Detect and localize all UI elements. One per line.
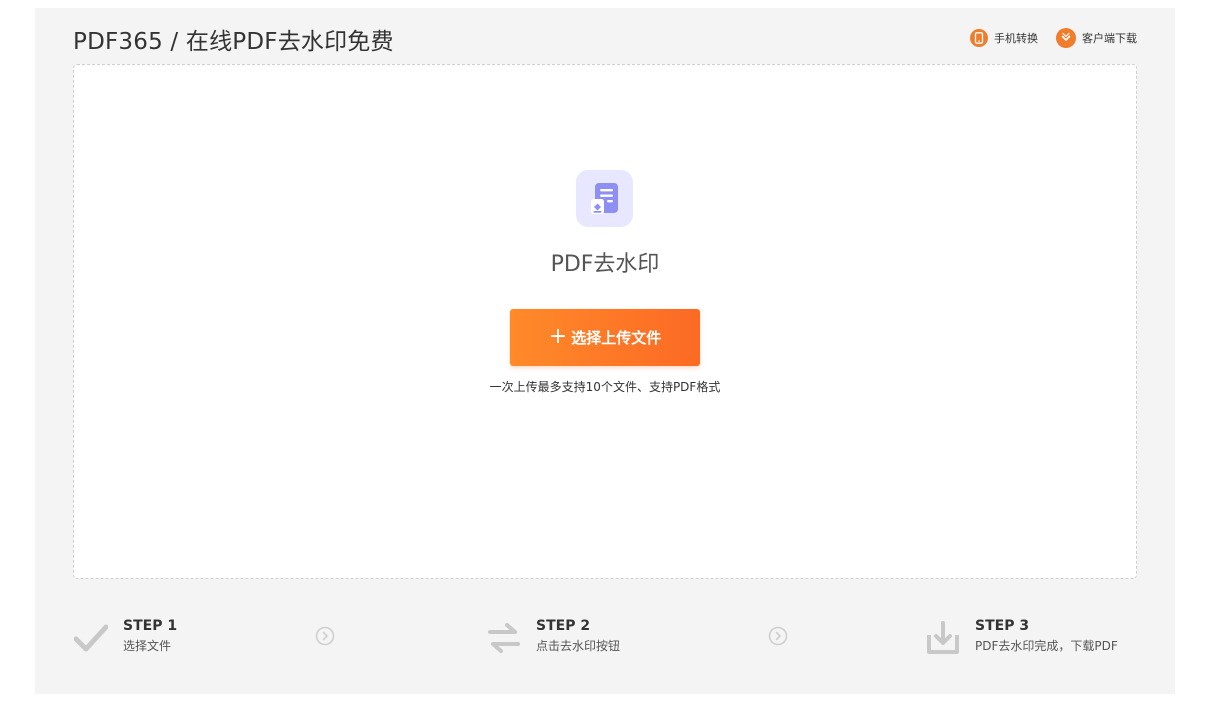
upload-hint: 一次上传最多支持10个文件、支持PDF格式 — [489, 380, 721, 394]
plus-icon: + — [548, 323, 568, 349]
step-2: STEP 2 点击去水印按钮 — [486, 616, 620, 656]
select-upload-file-button[interactable]: + 选择上传文件 — [510, 309, 700, 366]
pdf-watermark-tool-icon — [576, 170, 633, 227]
select-upload-file-label: 选择上传文件 — [571, 329, 662, 347]
step-3-title: STEP 3 — [975, 618, 1030, 634]
upload-dropzone[interactable]: PDF去水印 + 选择上传文件 一次上传最多支持10个文件、支持PDF格式 — [73, 64, 1137, 579]
download-tray-icon — [925, 620, 961, 656]
main-panel: PDF365 / 在线PDF去水印免费 手机转换 客户端下载 PDF去水印 + … — [35, 8, 1175, 694]
swap-arrows-icon — [486, 620, 522, 656]
phone-icon — [970, 29, 988, 47]
page-title: PDF365 / 在线PDF去水印免费 — [73, 29, 394, 55]
download-client-icon — [1056, 28, 1076, 48]
mobile-convert-label: 手机转换 — [994, 32, 1038, 45]
next-arrow-icon — [315, 626, 335, 646]
step-2-desc: 点击去水印按钮 — [536, 639, 621, 653]
step-1: STEP 1 选择文件 — [73, 616, 177, 656]
check-icon — [73, 620, 109, 656]
step-1-desc: 选择文件 — [123, 639, 172, 653]
step-3: STEP 3 PDF去水印完成，下载PDF — [925, 616, 1118, 656]
step-2-title: STEP 2 — [536, 618, 591, 634]
next-arrow-icon — [768, 626, 788, 646]
step-3-desc: PDF去水印完成，下载PDF — [975, 639, 1118, 653]
tool-name: PDF去水印 — [550, 252, 660, 277]
client-download-link[interactable]: 客户端下载 — [1056, 28, 1137, 48]
mobile-convert-link[interactable]: 手机转换 — [970, 29, 1038, 47]
top-links: 手机转换 客户端下载 — [970, 28, 1137, 48]
step-1-title: STEP 1 — [123, 618, 178, 634]
client-download-label: 客户端下载 — [1082, 32, 1137, 45]
steps-bar: STEP 1 选择文件 STEP 2 点击去水印按钮 STEP 3 PDF去水印… — [73, 616, 1135, 666]
